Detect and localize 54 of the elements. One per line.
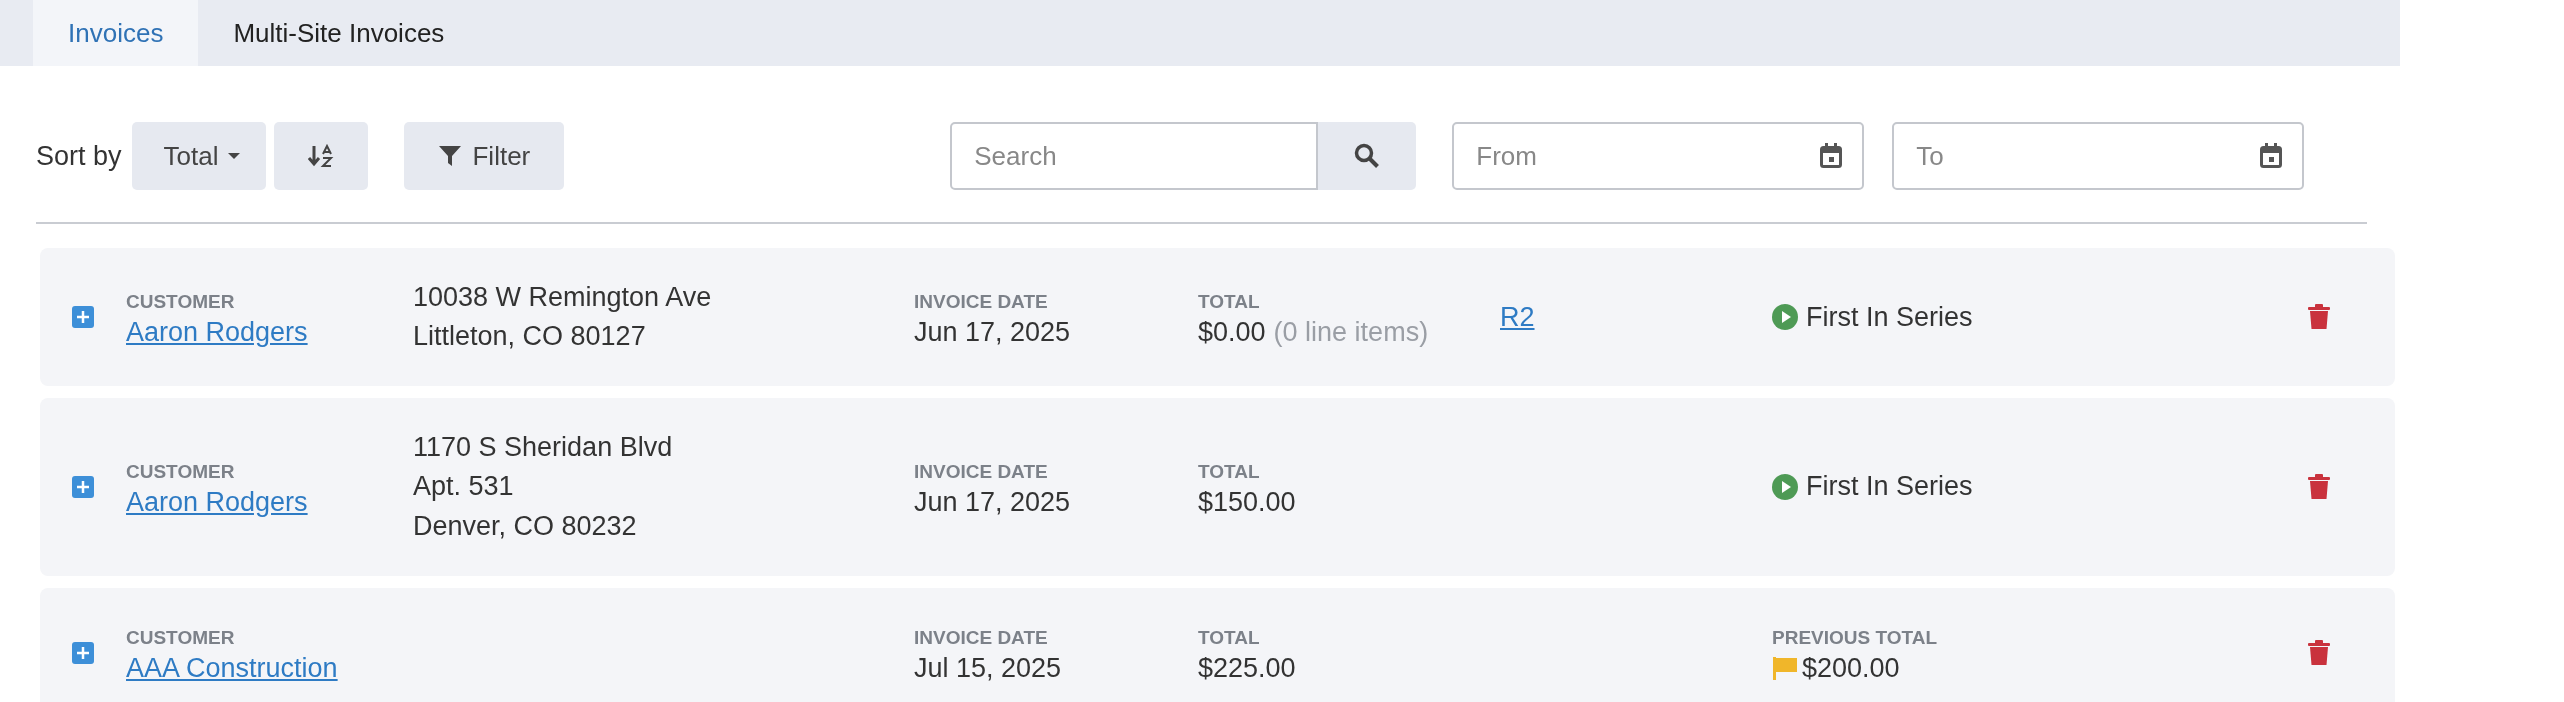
- invoice-date: Jul 15, 2025: [914, 651, 1063, 685]
- field-label: CUSTOMER: [126, 292, 236, 313]
- calendar-icon: [2260, 143, 2283, 169]
- field-label: TOTAL: [1198, 627, 1261, 649]
- search-field[interactable]: Search: [950, 122, 1319, 190]
- invoice-total: $0.00: [1198, 316, 1266, 349]
- expand-plus-icon[interactable]: [72, 306, 94, 329]
- field-label: INVOICE DATE: [914, 627, 1049, 649]
- customer-link[interactable]: Aaron Rodgers: [126, 313, 308, 353]
- line-items-count: (0 line items): [1273, 316, 1429, 349]
- trash-icon[interactable]: [2308, 639, 2330, 666]
- sort-order-button[interactable]: [274, 122, 369, 190]
- expand-plus-icon[interactable]: [72, 476, 94, 498]
- filter-button[interactable]: Filter: [404, 122, 565, 190]
- field-label: TOTAL: [1198, 292, 1261, 313]
- sort-icon: [308, 144, 335, 168]
- caret-icon: [228, 153, 241, 159]
- status-text: First In Series: [1806, 470, 1973, 504]
- tab[interactable]: Multi-Site Invoices: [198, 0, 480, 66]
- from-date-field[interactable]: From: [1452, 122, 1865, 190]
- trash-icon[interactable]: [2308, 304, 2330, 331]
- filter-icon: [438, 144, 463, 168]
- customer-link[interactable]: Aaron Rodgers: [126, 482, 308, 522]
- trash-icon[interactable]: [2308, 474, 2330, 500]
- address-line: 10038 W Remington Ave: [413, 281, 713, 314]
- field-label: PREVIOUS TOTAL: [1772, 627, 1939, 649]
- sort-field-dropdown[interactable]: Total: [131, 122, 267, 190]
- field-label: INVOICE DATE: [914, 461, 1049, 483]
- search-button[interactable]: [1318, 122, 1417, 190]
- reference-link[interactable]: R2: [1500, 301, 1535, 332]
- expand-plus-icon[interactable]: [72, 641, 94, 664]
- status-text: First In Series: [1806, 300, 1973, 334]
- flag-icon: [1772, 656, 1798, 681]
- address-line: Littleton, CO 80127: [413, 320, 647, 354]
- invoice-date: Jun 17, 2025: [914, 485, 1072, 519]
- calendar-icon: [1820, 143, 1843, 169]
- search-icon: [1354, 143, 1381, 169]
- invoice-total: $225.00: [1198, 651, 1296, 685]
- to-date-field[interactable]: To: [1892, 122, 2305, 190]
- previous-total: $200.00: [1802, 651, 1900, 685]
- play-icon: [1772, 304, 1798, 331]
- address-line: Denver, CO 80232: [413, 509, 638, 543]
- invoice-total: $150.00: [1198, 485, 1296, 519]
- field-label: TOTAL: [1198, 461, 1261, 483]
- address-line: 1170 S Sheridan Blvd: [413, 431, 674, 465]
- play-icon: [1772, 474, 1798, 500]
- sort-label: Sort by: [36, 139, 122, 173]
- field-label: CUSTOMER: [126, 627, 236, 649]
- tab[interactable]: Invoices: [33, 0, 199, 66]
- customer-link[interactable]: AAA Construction: [126, 648, 338, 688]
- invoice-date: Jun 17, 2025: [914, 316, 1072, 349]
- address-line: Apt. 531: [413, 470, 515, 504]
- field-label: INVOICE DATE: [914, 292, 1049, 313]
- field-label: CUSTOMER: [126, 461, 236, 483]
